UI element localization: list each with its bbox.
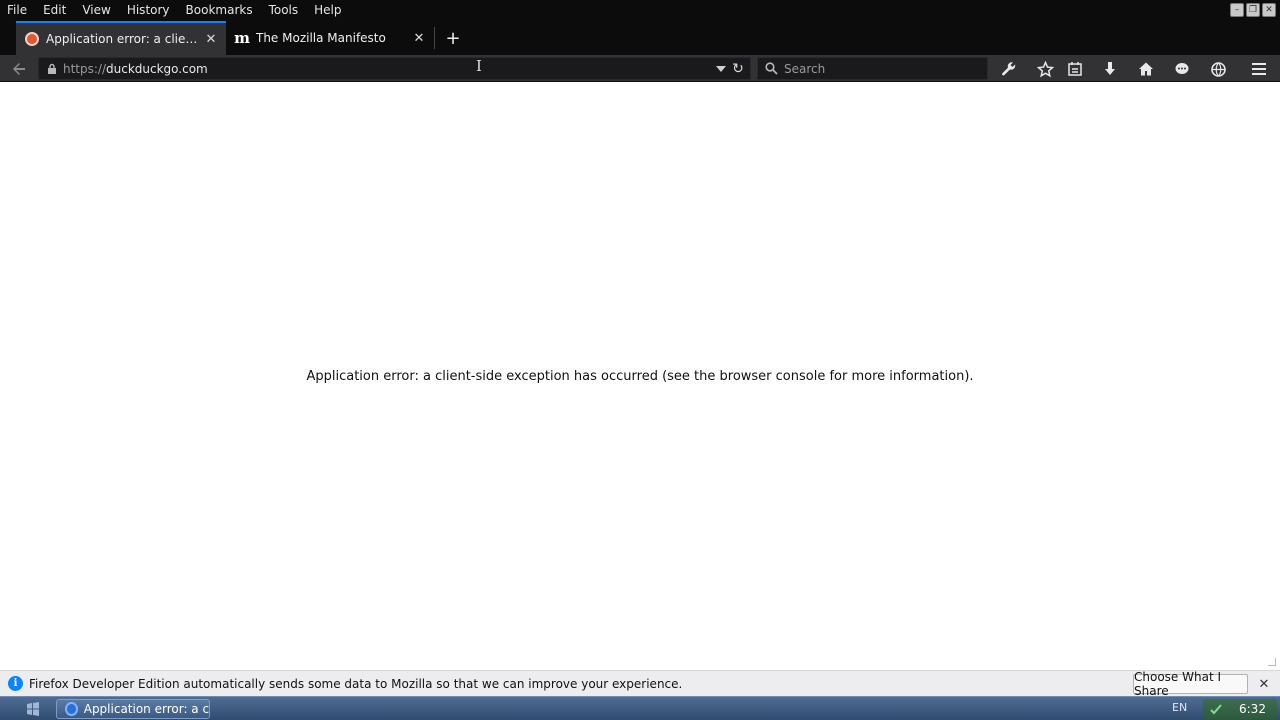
wrench-icon: [1002, 62, 1016, 76]
library-button[interactable]: [1064, 58, 1086, 80]
taskbar-firefox-window[interactable]: Application error: a cli...: [56, 699, 210, 719]
chat-icon: [1175, 63, 1189, 74]
browser-window: File Edit View History Bookmarks Tools H…: [0, 0, 1280, 720]
tab-close-icon[interactable]: ✕: [410, 29, 428, 47]
download-icon: [1105, 62, 1115, 75]
data-sharing-notification: i Firefox Developer Edition automaticall…: [0, 670, 1280, 698]
os-taskbar: Application error: a cli... EN 6:32: [0, 696, 1280, 720]
menu-file[interactable]: File: [0, 0, 35, 21]
menu-view[interactable]: View: [74, 0, 118, 21]
url-dropdown-button[interactable]: [714, 62, 728, 76]
search-placeholder: Search: [784, 61, 826, 76]
windows-logo-icon: [27, 702, 39, 716]
menu-help[interactable]: Help: [306, 0, 349, 21]
developer-tools-button[interactable]: [998, 58, 1020, 80]
system-tray: 6:32: [1203, 699, 1277, 719]
network-icon: [1210, 61, 1226, 77]
url-host: duckduckgo.com: [106, 61, 208, 76]
search-icon: [764, 62, 778, 76]
firefox-icon: [65, 702, 78, 716]
library-icon: [1068, 62, 1082, 76]
lock-icon[interactable]: [45, 62, 59, 76]
notification-text: Firefox Developer Edition automatically …: [29, 676, 683, 691]
tab-title: The Mozilla Manifesto: [256, 31, 386, 45]
bookmark-star-icon: [1036, 60, 1054, 77]
search-bar[interactable]: Search: [757, 57, 988, 80]
text-cursor-icon: I: [476, 57, 482, 75]
start-button[interactable]: [24, 700, 42, 718]
mozilla-favicon-icon: m: [234, 28, 250, 47]
close-icon: ✕: [1258, 676, 1270, 692]
bookmark-star-button[interactable]: [1034, 58, 1056, 80]
close-icon: ✕: [1265, 4, 1273, 15]
error-message: Application error: a client-side excepti…: [306, 369, 974, 384]
tab-separator: [434, 27, 435, 49]
tab-title: Application error: a client-side excepti…: [46, 32, 202, 46]
plus-icon: +: [445, 27, 461, 49]
tab-mozilla-manifesto[interactable]: m The Mozilla Manifesto ✕: [226, 21, 434, 55]
close-window-button[interactable]: ✕: [1262, 3, 1276, 17]
tab-active[interactable]: Application error: a client-side excepti…: [16, 21, 226, 55]
tray-app-icon[interactable]: [1209, 702, 1223, 716]
menu-edit[interactable]: Edit: [35, 0, 74, 21]
home-button[interactable]: [1135, 58, 1157, 80]
network-button[interactable]: [1207, 58, 1229, 80]
page-content: Application error: a client-side excepti…: [0, 83, 1280, 670]
chat-button[interactable]: [1171, 58, 1193, 80]
menu-history[interactable]: History: [119, 0, 178, 21]
language-indicator[interactable]: EN: [1172, 701, 1187, 714]
info-icon: i: [8, 676, 23, 691]
choose-what-i-share-button[interactable]: Choose What I Share: [1133, 670, 1248, 698]
menu-button[interactable]: [1248, 58, 1270, 80]
home-icon: [1139, 62, 1153, 76]
clock[interactable]: 6:32: [1239, 702, 1266, 716]
menu-bar: File Edit View History Bookmarks Tools H…: [0, 0, 1280, 21]
reload-button[interactable]: ↻: [730, 61, 746, 77]
menu-tools[interactable]: Tools: [261, 0, 307, 21]
new-tab-button[interactable]: +: [443, 27, 463, 49]
url-protocol: https://: [63, 61, 107, 76]
taskbar-window-title: Application error: a cli...: [83, 702, 209, 716]
tab-strip: Application error: a client-side excepti…: [0, 21, 1280, 55]
tab-close-icon[interactable]: ✕: [202, 30, 220, 48]
back-arrow-icon: [13, 63, 25, 75]
resize-grip-icon[interactable]: [1268, 658, 1276, 666]
reload-icon: ↻: [732, 61, 744, 77]
navigation-toolbar: https://duckduckgo.com ↻ Search: [0, 55, 1280, 82]
restore-icon: ❐: [1248, 4, 1258, 15]
menu-icon: [1252, 63, 1266, 75]
back-button[interactable]: [10, 60, 28, 78]
chevron-down-icon: [716, 66, 726, 72]
window-controls: – ❐ ✕: [1230, 3, 1276, 17]
menu-bookmarks[interactable]: Bookmarks: [178, 0, 261, 21]
notification-close-button[interactable]: ✕: [1256, 676, 1272, 692]
restore-button[interactable]: ❐: [1246, 3, 1260, 17]
downloads-button[interactable]: [1099, 58, 1121, 80]
duckduckgo-favicon-icon: [24, 31, 40, 47]
minimize-button[interactable]: –: [1230, 3, 1244, 17]
url-bar[interactable]: https://duckduckgo.com ↻: [38, 57, 751, 80]
minimize-icon: –: [1234, 4, 1240, 15]
